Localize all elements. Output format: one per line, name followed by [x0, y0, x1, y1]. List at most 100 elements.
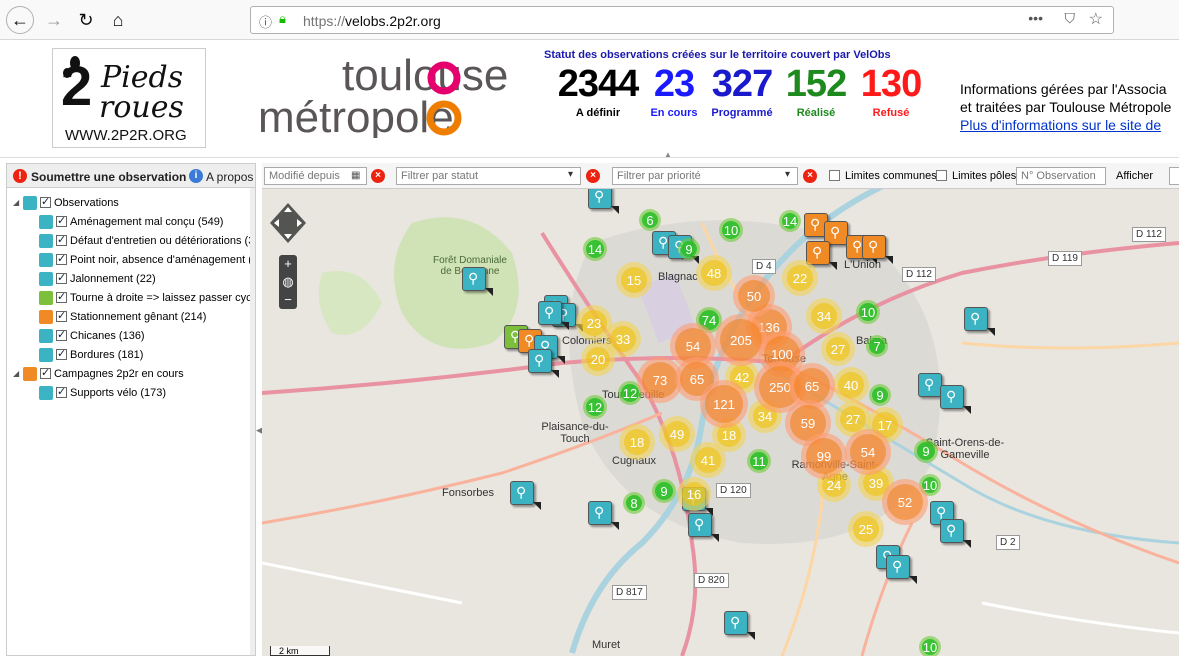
home-icon[interactable]: ⌂: [104, 6, 132, 34]
layer-checkbox[interactable]: [56, 328, 67, 341]
clear-status-icon[interactable]: ×: [586, 169, 600, 183]
submit-icon[interactable]: !: [13, 169, 27, 183]
about-button[interactable]: A propos: [206, 170, 253, 184]
forward-icon[interactable]: →: [40, 6, 68, 34]
layer-checkbox[interactable]: [56, 309, 67, 322]
info-icon[interactable]: ⓘ: [259, 12, 272, 31]
observation-marker[interactable]: ⚲: [886, 555, 917, 584]
clear-date-icon[interactable]: ×: [371, 169, 385, 183]
map-view[interactable]: Forêt Domaniale de BouconneBlagnacColomi…: [262, 163, 1179, 656]
pocket-icon[interactable]: ⛉: [1065, 10, 1076, 27]
back-icon[interactable]: ←: [6, 6, 34, 34]
observation-number-input[interactable]: N° Observation: [1016, 167, 1106, 185]
layer-checkbox[interactable]: [56, 385, 67, 398]
observation-marker[interactable]: ⚲: [806, 241, 837, 270]
layer-checkbox[interactable]: [40, 366, 51, 379]
observation-marker[interactable]: ⚲: [510, 481, 541, 510]
about-icon[interactable]: i: [189, 169, 203, 183]
layer-row[interactable]: Stationnement gênant (214): [39, 307, 206, 326]
more-actions-icon[interactable]: •••: [1028, 10, 1043, 26]
observation-marker[interactable]: ⚲: [940, 519, 971, 548]
observation-marker[interactable]: ⚲: [538, 301, 569, 330]
cluster-marker[interactable]: 27: [821, 332, 855, 366]
layer-checkbox[interactable]: [56, 233, 67, 246]
cluster-marker[interactable]: 7: [866, 335, 888, 357]
cluster-marker[interactable]: 14: [779, 210, 801, 232]
cluster-marker[interactable]: 12: [583, 395, 607, 419]
show-button[interactable]: Afficher: [1116, 170, 1153, 182]
cluster-marker[interactable]: 6: [639, 209, 661, 231]
cluster-marker[interactable]: 8: [623, 492, 645, 514]
reload-icon[interactable]: ↻: [72, 6, 100, 34]
observation-marker[interactable]: ⚲: [462, 267, 493, 296]
zoom-in-button[interactable]: +: [279, 255, 297, 273]
observation-marker[interactable]: ⚲: [862, 235, 893, 264]
layer-row[interactable]: Tourne à droite => laissez passer cycl: [39, 288, 254, 307]
observation-marker[interactable]: ⚲: [724, 611, 755, 640]
layer-checkbox[interactable]: [56, 214, 67, 227]
panel-scrollbar[interactable]: [250, 188, 255, 655]
layer-row[interactable]: Jalonnement (22): [39, 269, 156, 288]
cluster-marker[interactable]: 54: [845, 429, 891, 475]
cluster-marker[interactable]: 10: [719, 218, 743, 242]
observation-marker[interactable]: ⚲: [688, 513, 719, 542]
toulouse-metropole-logo[interactable]: toulouse métropole: [258, 51, 540, 142]
cluster-marker[interactable]: 10: [919, 636, 941, 656]
cluster-marker[interactable]: 40: [833, 367, 869, 403]
collapse-header-icon[interactable]: ▲: [664, 150, 672, 159]
lock-icon[interactable]: 🔒︎: [279, 11, 286, 27]
bookmark-star-icon[interactable]: ☆: [1089, 9, 1103, 29]
extra-filter-input[interactable]: [1169, 167, 1179, 185]
cluster-marker[interactable]: 34: [806, 298, 842, 334]
priority-filter-select[interactable]: Filtrer par priorité: [612, 167, 798, 185]
calendar-icon[interactable]: ▦: [351, 170, 360, 181]
observation-marker[interactable]: ⚲: [588, 501, 619, 530]
pan-control[interactable]: [270, 203, 306, 243]
cluster-marker[interactable]: 20: [581, 342, 615, 376]
observation-marker[interactable]: ⚲: [528, 349, 559, 378]
cluster-marker[interactable]: 52: [882, 479, 928, 525]
layer-checkbox[interactable]: [56, 252, 67, 265]
world-icon[interactable]: ◍: [279, 273, 297, 291]
cluster-marker[interactable]: 48: [696, 255, 732, 291]
cluster-marker[interactable]: 9: [869, 384, 891, 406]
cluster-marker[interactable]: 18: [619, 424, 655, 460]
cluster-marker[interactable]: 99: [801, 433, 847, 479]
layer-row[interactable]: Chicanes (136): [39, 326, 145, 345]
cluster-marker[interactable]: 49: [659, 416, 695, 452]
layer-row[interactable]: Bordures (181): [39, 345, 143, 364]
observation-marker[interactable]: ⚲: [940, 385, 971, 414]
observation-marker[interactable]: ⚲: [964, 307, 995, 336]
cluster-marker[interactable]: 16: [677, 477, 711, 511]
expand-toggle-icon[interactable]: ◢: [13, 198, 23, 207]
chevron-down-icon[interactable]: ▾: [785, 169, 790, 180]
cluster-marker[interactable]: 25: [848, 511, 884, 547]
expand-toggle-icon[interactable]: ◢: [13, 369, 23, 378]
cluster-marker[interactable]: 50: [733, 275, 775, 317]
cluster-marker[interactable]: 14: [583, 237, 607, 261]
limits-poles-checkbox[interactable]: [936, 170, 947, 181]
layer-checkbox[interactable]: [56, 347, 67, 360]
layer-row[interactable]: Défaut d'entretien ou détériorations (3: [39, 231, 254, 250]
clear-priority-icon[interactable]: ×: [803, 169, 817, 183]
layer-row[interactable]: Point noir, absence d'aménagement (5: [39, 250, 255, 269]
layer-checkbox[interactable]: [40, 195, 51, 208]
layer-row[interactable]: ◢ Campagnes 2p2r en cours: [13, 364, 184, 383]
cluster-marker[interactable]: 15: [616, 262, 652, 298]
layer-row[interactable]: Supports vélo (173): [39, 383, 166, 402]
status-filter-select[interactable]: Filtrer par statut: [396, 167, 581, 185]
cluster-marker[interactable]: 10: [856, 300, 880, 324]
cluster-marker[interactable]: 22: [782, 260, 818, 296]
submit-observation-button[interactable]: Soumettre une observation: [31, 170, 186, 184]
observation-marker[interactable]: ⚲: [918, 373, 949, 402]
cluster-marker[interactable]: 121: [700, 380, 748, 428]
zoom-out-button[interactable]: −: [279, 291, 297, 309]
limits-communes-checkbox[interactable]: [829, 170, 840, 181]
2p2r-logo[interactable]: 2 Pieds roues WWW.2P2R.ORG: [52, 48, 206, 148]
layer-row[interactable]: Aménagement mal conçu (549): [39, 212, 223, 231]
cluster-marker[interactable]: 9: [914, 439, 938, 463]
cluster-marker[interactable]: 11: [747, 449, 771, 473]
layer-row[interactable]: ◢ Observations: [13, 193, 119, 212]
cluster-marker[interactable]: 9: [678, 238, 700, 260]
layer-checkbox[interactable]: [56, 290, 67, 303]
